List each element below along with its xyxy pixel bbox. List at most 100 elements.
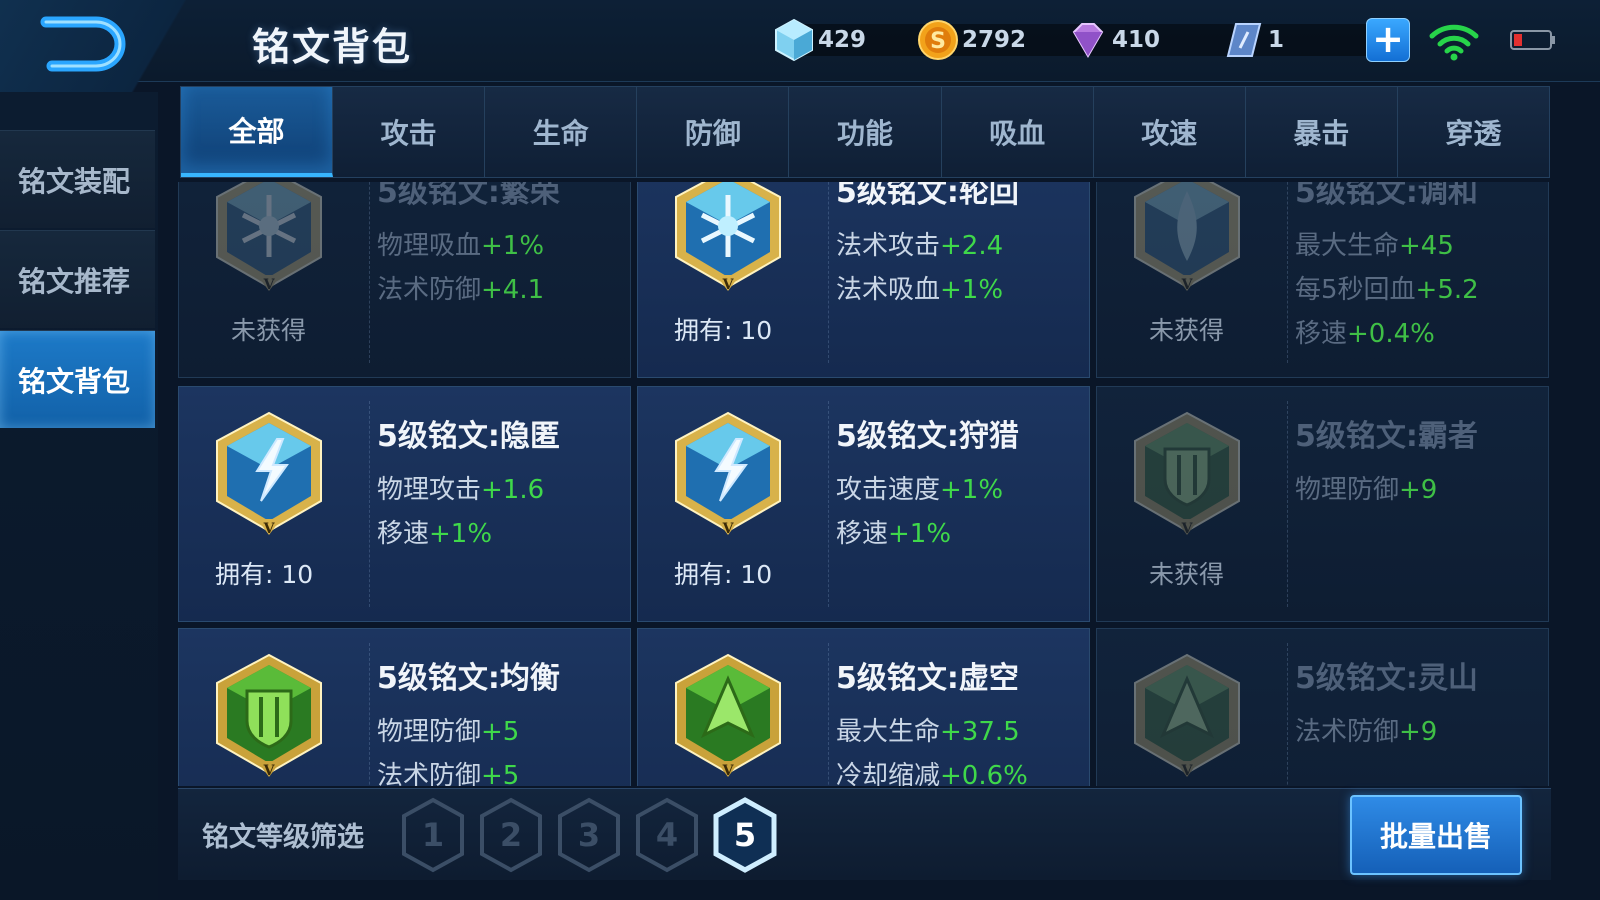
inscription-gem-icon: V (216, 411, 322, 537)
inscription-card[interactable]: V 拥有: 10 5级铭文:轮回法术攻击+2.4 法术吸血+1% (637, 182, 1090, 378)
owned-count: 未获得 (1149, 560, 1225, 589)
nav-item-recommend[interactable]: 铭文推荐 (0, 230, 155, 328)
back-button[interactable] (0, 0, 210, 92)
tab-attack[interactable]: 攻击 (333, 87, 486, 177)
card-divider (1287, 401, 1288, 607)
tab-crit[interactable]: 暴击 (1246, 87, 1398, 177)
inscription-card[interactable]: V 5级铭文:灵山 法术防御+9 (1096, 628, 1549, 786)
level-filter-5[interactable]: 5 (712, 797, 778, 873)
tab-penetration[interactable]: 穿透 (1398, 87, 1549, 177)
owned-count: 拥有: 10 (674, 316, 773, 345)
attr-label: 法术防御 (1295, 717, 1400, 747)
attr-label: 法术攻击 (836, 231, 941, 261)
inscription-card[interactable]: V 未获得 5级铭文:霸者 物理防御+9 (1096, 386, 1549, 622)
tab-health[interactable]: 生命 (485, 87, 638, 177)
fragment-count: 1 (1268, 27, 1285, 53)
tab-utility[interactable]: 功能 (789, 87, 942, 177)
attr-value: +5.2 (1415, 275, 1479, 305)
battery-icon (1510, 30, 1555, 50)
level-number: 5 (734, 816, 756, 854)
inscription-name: 5级铭文:虚空 (836, 661, 1019, 696)
svg-text:S: S (930, 29, 946, 54)
inscription-card[interactable]: V 5级铭文:均衡 物理防御+5 法术防御+5 (178, 628, 631, 786)
inscription-card[interactable]: V 未获得 5级铭文:调和 最大生命+45 每5秒回血+5.2 移速+0.4% (1096, 182, 1549, 378)
attr-label: 法术吸血 (836, 275, 941, 305)
attr-label: 冷却缩减 (836, 761, 941, 786)
attr-value: +37.5 (940, 717, 1020, 747)
card-divider (828, 643, 829, 786)
inscription-attr: 法术吸血+1% (836, 269, 1003, 306)
svg-text:V: V (722, 521, 735, 537)
inscription-gem-icon: V (675, 653, 781, 779)
inscription-gem-icon: V (1134, 411, 1240, 537)
card-divider (369, 182, 370, 363)
attr-value: +5 (481, 761, 520, 786)
inscription-name: 5级铭文:轮回 (836, 182, 1019, 210)
inscription-attr: 移速+1% (377, 513, 492, 550)
svg-text:V: V (263, 521, 276, 537)
card-divider (1287, 643, 1288, 786)
inscription-grid: V 未获得 5级铭文:繁荣 物理吸血+1% 法术防御+4.1 V 拥有: 10 5级铭文… (178, 182, 1551, 786)
attr-label: 物理吸血 (377, 231, 482, 261)
inscription-gem-icon: V (675, 182, 781, 293)
attr-value: +1% (940, 275, 1004, 305)
attr-label: 最大生命 (1295, 231, 1400, 261)
add-currency-button[interactable]: + (1366, 18, 1410, 62)
inscription-card[interactable]: V 拥有: 10 5级铭文:隐匿 物理攻击+1.6 移速+1% (178, 386, 631, 622)
nav-item-backpack[interactable]: 铭文背包 (0, 330, 155, 428)
inscription-attr: 法术攻击+2.4 (836, 225, 1003, 262)
wifi-icon (1429, 24, 1479, 61)
attr-label: 攻击速度 (836, 475, 941, 505)
inscription-attr: 冷却缩减+0.6% (836, 755, 1028, 786)
level-filter-1[interactable]: 1 (400, 797, 466, 873)
svg-text:V: V (722, 277, 735, 293)
level-number: 4 (656, 816, 678, 854)
attr-value: +45 (1399, 231, 1454, 261)
fragment-crystal-icon (1226, 23, 1262, 57)
resource-gold: S 2792 (916, 20, 1086, 60)
inscription-attr: 移速+1% (836, 513, 951, 550)
inscription-card[interactable]: V 未获得 5级铭文:繁荣 物理吸血+1% 法术防御+4.1 (178, 182, 631, 378)
top-bar: 铭文背包 429 S 2792 410 1 + (0, 0, 1600, 92)
left-nav: 铭文装配 铭文推荐 铭文背包 (0, 92, 158, 900)
svg-text:V: V (1181, 521, 1194, 537)
inscription-name: 5级铭文:狩猎 (836, 419, 1019, 454)
level-filter-label: 铭文等级筛选 (202, 822, 364, 853)
nav-item-equip[interactable]: 铭文装配 (0, 130, 155, 228)
inscription-attr: 法术防御+4.1 (377, 269, 544, 306)
svg-text:V: V (722, 763, 735, 779)
inscription-gem-icon: V (216, 182, 322, 293)
inscription-name: 5级铭文:繁荣 (377, 182, 560, 210)
svg-text:V: V (1181, 763, 1194, 779)
attr-label: 移速 (836, 519, 889, 549)
inscription-attr: 最大生命+45 (1295, 225, 1454, 262)
card-divider (369, 643, 370, 786)
attr-label: 移速 (1295, 319, 1348, 349)
inscription-name: 5级铭文:均衡 (377, 661, 560, 696)
svg-text:V: V (263, 277, 276, 293)
diamond-count: 429 (818, 27, 867, 53)
card-divider (1287, 182, 1288, 363)
tab-lifesteal[interactable]: 吸血 (942, 87, 1094, 177)
inscription-card[interactable]: V 5级铭文:虚空最大生命+37.5 冷却缩减+0.6% (637, 628, 1090, 786)
level-filter-3[interactable]: 3 (556, 797, 622, 873)
batch-sell-button[interactable]: 批量出售 (1350, 795, 1522, 875)
page-title: 铭文背包 (252, 25, 413, 69)
resource-fragment: 1 (1222, 21, 1380, 59)
inscription-card[interactable]: V 拥有: 10 5级铭文:狩猎 攻击速度+1% 移速+1% (637, 386, 1090, 622)
attr-value: +5 (481, 717, 520, 747)
card-divider (828, 182, 829, 363)
attr-value: +9 (1399, 475, 1438, 505)
level-filter-4[interactable]: 4 (634, 797, 700, 873)
level-filter-2[interactable]: 2 (478, 797, 544, 873)
tab-all[interactable]: 全部 (181, 87, 334, 177)
tab-attack-speed[interactable]: 攻速 (1094, 87, 1246, 177)
inscription-attr: 物理攻击+1.6 (377, 469, 544, 506)
attr-value: +1% (940, 475, 1004, 505)
owned-count: 拥有: 10 (215, 560, 314, 589)
inscription-name: 5级铭文:霸者 (1295, 419, 1478, 454)
resource-gem: 410 (1066, 21, 1236, 59)
tab-defense[interactable]: 防御 (637, 87, 790, 177)
attr-label: 最大生命 (836, 717, 941, 747)
inscription-name: 5级铭文:隐匿 (377, 419, 560, 454)
